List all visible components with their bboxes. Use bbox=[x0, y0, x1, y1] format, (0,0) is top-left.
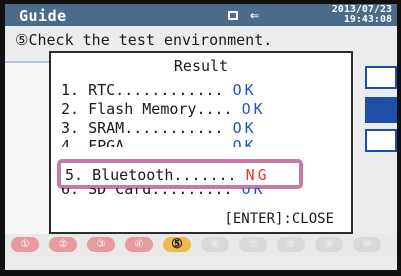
datetime: 2013/07/23 19:43:08 bbox=[294, 5, 392, 25]
result-value: OK bbox=[232, 137, 257, 147]
step-5-current: ⑤ bbox=[163, 237, 191, 252]
result-row-bluetooth: 5. Bluetooth....... NG bbox=[65, 166, 270, 184]
battery-icon bbox=[228, 11, 238, 20]
result-row-partial: 6. SD Card......... OK bbox=[61, 188, 266, 198]
step-8: ⑧ bbox=[277, 237, 305, 252]
screen-title: Guide bbox=[19, 7, 67, 25]
device-screen: Guide ⇐ 2013/07/23 19:43:08 ⑤Check the t… bbox=[5, 4, 397, 270]
result-row-partial: 4. FPGA........... OK bbox=[61, 137, 257, 147]
result-row: 2. Flash Memory.... OK bbox=[61, 100, 266, 118]
result-dialog: Result 1. RTC............ OK 2. Flash Me… bbox=[49, 51, 353, 234]
step-4: ④ bbox=[125, 237, 153, 252]
step-1: ① bbox=[11, 237, 39, 252]
failed-item-highlight: 5. Bluetooth....... NG bbox=[57, 159, 303, 189]
result-value: OK bbox=[241, 100, 266, 118]
step-2: ② bbox=[49, 237, 77, 252]
step-3: ③ bbox=[87, 237, 115, 252]
background-button bbox=[365, 66, 397, 89]
step-10: ⑩ bbox=[353, 237, 381, 252]
result-label: 2. Flash Memory.... bbox=[61, 100, 233, 118]
plug-icon: ⇐ bbox=[250, 6, 260, 24]
result-label: 5. Bluetooth....... bbox=[65, 166, 237, 184]
step-indicator: ① ② ③ ④ ⑤ ⑥ ⑦ ⑧ ⑨ ⑩ bbox=[5, 234, 397, 256]
background-panel bbox=[5, 61, 53, 237]
dialog-title: Result bbox=[173, 57, 229, 75]
result-value-ng: NG bbox=[245, 166, 270, 184]
step-7: ⑦ bbox=[239, 237, 267, 252]
close-hint[interactable]: [ENTER]:CLOSE bbox=[224, 211, 334, 227]
background-button-selected bbox=[365, 97, 397, 123]
result-value: OK bbox=[232, 81, 257, 99]
result-label: 6. SD Card......... bbox=[61, 188, 233, 198]
result-row: 1. RTC............ OK bbox=[61, 81, 257, 99]
result-label: 3. SRAM........... bbox=[61, 119, 224, 137]
result-label: 1. RTC............ bbox=[61, 81, 224, 99]
step-6: ⑥ bbox=[201, 237, 229, 252]
result-value: OK bbox=[241, 188, 266, 198]
device-frame: Guide ⇐ 2013/07/23 19:43:08 ⑤Check the t… bbox=[0, 0, 401, 276]
result-label: 4. FPGA........... bbox=[61, 137, 224, 147]
instruction-text: ⑤Check the test environment. bbox=[15, 31, 273, 49]
title-bar: Guide ⇐ 2013/07/23 19:43:08 bbox=[5, 4, 397, 26]
result-value: OK bbox=[232, 119, 257, 137]
result-row: 3. SRAM........... OK bbox=[61, 119, 257, 137]
background-button bbox=[365, 129, 397, 152]
step-9: ⑨ bbox=[315, 237, 343, 252]
time-text: 19:43:08 bbox=[343, 14, 392, 25]
